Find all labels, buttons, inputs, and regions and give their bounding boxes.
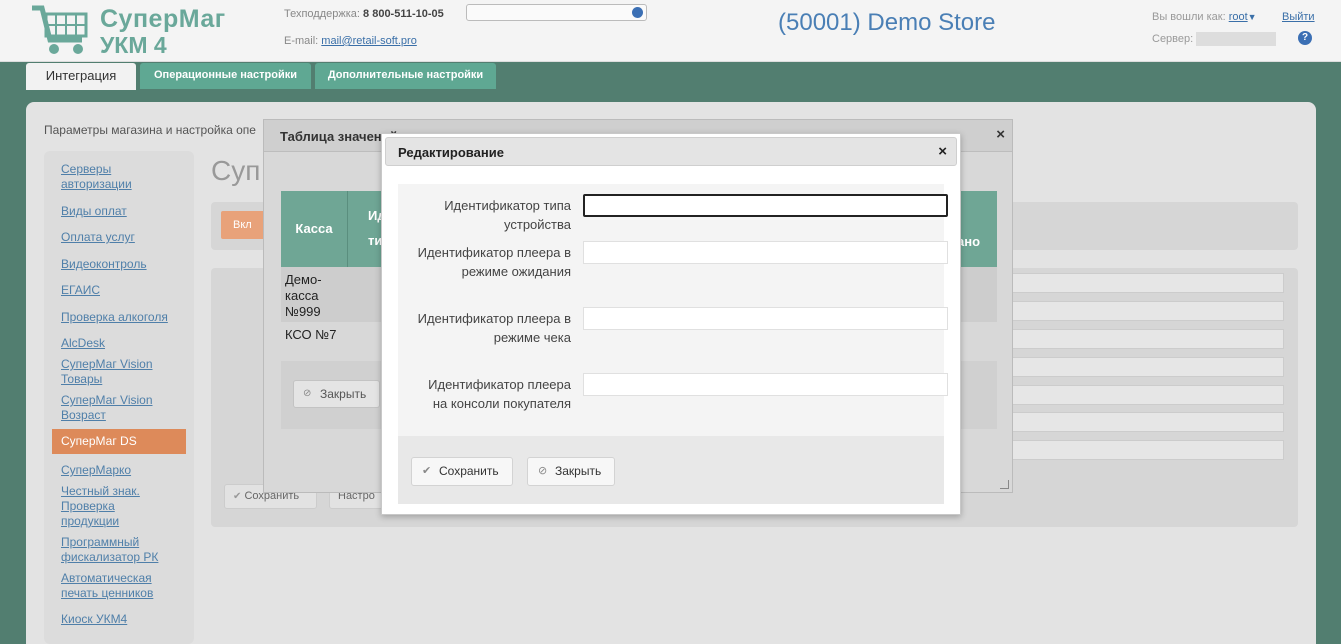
page-title: Суп xyxy=(211,155,261,186)
dialog-title: Таблица значений xyxy=(280,129,398,144)
enable-button[interactable]: Вкл xyxy=(221,211,265,239)
settings-field[interactable] xyxy=(1000,412,1284,432)
email-label: E-mail: xyxy=(284,35,319,47)
settings-field[interactable] xyxy=(1000,329,1284,349)
sidebar-item-vision-age[interactable]: СуперМаг Vision Возраст xyxy=(61,393,176,423)
tab-additional-settings[interactable]: Дополнительные настройки xyxy=(315,63,496,89)
settings-field[interactable] xyxy=(1000,301,1284,321)
table-row[interactable]: КСО №7 xyxy=(281,327,361,343)
user-menu[interactable]: root xyxy=(1229,11,1248,23)
logo: СуперМаг УКМ 4 xyxy=(30,2,225,58)
sidebar-item-alcdesk[interactable]: AlcDesk xyxy=(61,336,176,351)
logo-title: СуперМаг xyxy=(100,5,226,33)
logo-subtitle: УКМ 4 xyxy=(100,32,167,58)
sidebar-item-supermag-ds[interactable]: СуперМаг DS xyxy=(52,429,186,454)
customer-console-player-id-input[interactable] xyxy=(583,373,948,396)
cart-icon xyxy=(32,5,88,54)
help-icon[interactable]: ? xyxy=(1298,31,1312,45)
email-info: E-mail: mail@retail-soft.pro xyxy=(284,35,417,47)
chevron-down-icon[interactable]: ▼ xyxy=(1248,12,1257,22)
edit-dialog: Редактирование × Идентификатор типа устр… xyxy=(381,133,961,515)
save-button[interactable]: ✔ Сохранить xyxy=(411,457,513,486)
receipt-player-id-input[interactable] xyxy=(583,307,948,330)
settings-field[interactable] xyxy=(1000,440,1284,460)
cancel-button[interactable]: ⊘ Закрыть xyxy=(527,457,615,486)
edit-form: Идентификатор типа устройства Идентифика… xyxy=(398,184,948,436)
support-info: Техподдержка: 8 800-511-10-05 xyxy=(284,8,444,20)
sidebar-item-payment-types[interactable]: Виды оплат xyxy=(61,204,176,219)
breadcrumb: Параметры магазина и настройка опе xyxy=(44,123,256,137)
server-label: Сервер: xyxy=(1152,32,1194,45)
support-phone: 8 800-511-10-05 xyxy=(363,8,444,20)
tab-operational-settings[interactable]: Операционные настройки xyxy=(140,63,311,89)
app-header: СуперМаг УКМ 4 Техподдержка: 8 800-511-1… xyxy=(0,0,1341,62)
device-type-id-label: Идентификатор типа устройства xyxy=(444,198,571,232)
email-link[interactable]: mail@retail-soft.pro xyxy=(321,35,417,47)
table-close-button[interactable]: Закрыть xyxy=(293,380,380,408)
sidebar-item-egais[interactable]: ЕГАИС xyxy=(61,283,176,298)
forbidden-icon: ⊘ xyxy=(538,465,548,477)
dialog-header: Редактирование × xyxy=(385,137,957,166)
sidebar-item-supermarko[interactable]: СуперМарко xyxy=(61,463,176,478)
server-info: Сервер: xyxy=(1152,32,1277,46)
sidebar-item-alcohol-check[interactable]: Проверка алкоголя xyxy=(61,310,176,325)
dialog-footer: ✔ Сохранить ⊘ Закрыть xyxy=(398,436,944,504)
user-label: Вы вошли как: xyxy=(1152,11,1226,23)
settings-field[interactable] xyxy=(1000,385,1284,405)
sidebar-item-video-control[interactable]: Видеоконтроль xyxy=(61,257,176,272)
sidebar-item-price-print[interactable]: Автоматическая печать ценников xyxy=(61,571,176,601)
idle-player-id-input[interactable] xyxy=(583,241,948,264)
receipt-player-id-label: Идентификатор плеера в режиме чека xyxy=(417,311,571,345)
close-icon[interactable]: × xyxy=(938,143,947,160)
search-icon[interactable] xyxy=(632,7,643,18)
table-row[interactable]: Демо-касса №999 xyxy=(281,272,341,320)
user-info: Вы вошли как: root▼ xyxy=(1152,11,1257,23)
customer-console-player-id-label: Идентификатор плеера на консоли покупате… xyxy=(428,377,571,411)
column-header-kassa[interactable]: Касса xyxy=(281,191,348,267)
settings-field[interactable] xyxy=(1000,273,1284,293)
cancel-label: Закрыть xyxy=(555,464,602,478)
tab-integration[interactable]: Интеграция xyxy=(26,63,136,90)
store-title: (50001) Demo Store xyxy=(778,9,996,36)
settings-field[interactable] xyxy=(1000,357,1284,377)
support-label: Техподдержка: xyxy=(284,8,360,20)
sidebar-item-kiosk[interactable]: Киоск УКМ4 xyxy=(61,612,176,627)
check-icon: ✔ xyxy=(233,491,242,502)
close-icon[interactable]: × xyxy=(996,126,1005,143)
sidebar-item-auth-servers[interactable]: Серверы авторизации xyxy=(61,162,176,192)
sidebar-item-honest-sign[interactable]: Честный знак. Проверка продукции xyxy=(61,484,176,529)
check-icon: ✔ xyxy=(422,465,432,477)
sidebar-item-vision-goods[interactable]: СуперМаг Vision Товары xyxy=(61,357,176,387)
dialog-title: Редактирование xyxy=(398,145,504,160)
server-value xyxy=(1196,32,1277,46)
resize-handle-icon[interactable] xyxy=(1000,480,1009,489)
search-input[interactable] xyxy=(466,4,647,21)
sidebar-item-service-payment[interactable]: Оплата услуг xyxy=(61,230,176,245)
sidebar-item-fiscalizer[interactable]: Программный фискализатор РК xyxy=(61,535,176,565)
save-label: Сохранить xyxy=(439,464,499,478)
device-type-id-input[interactable] xyxy=(583,194,948,217)
logout-link[interactable]: Выйти xyxy=(1282,11,1315,23)
idle-player-id-label: Идентификатор плеера в режиме ожидания xyxy=(417,245,571,279)
